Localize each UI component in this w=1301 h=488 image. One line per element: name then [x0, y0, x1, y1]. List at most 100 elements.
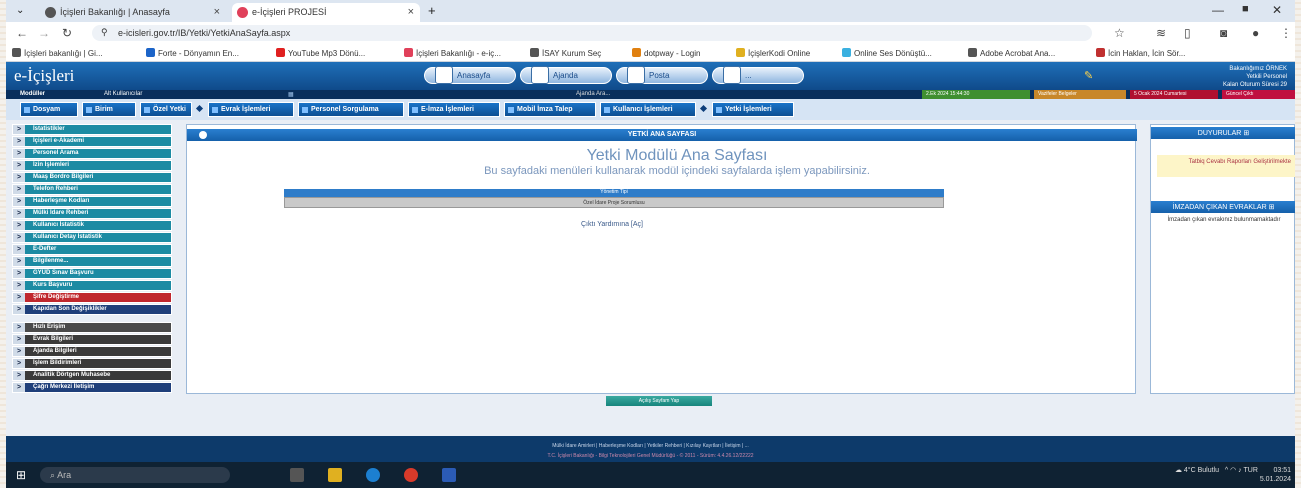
sidebar-item[interactable]: > Kullanıcı İstatistik: [12, 220, 172, 231]
sidebar-item[interactable]: > Telefon Rehberi: [12, 184, 172, 195]
chevron-right-icon: >: [13, 347, 25, 356]
app-logo[interactable]: e-İçişleri: [14, 66, 74, 86]
weather-icon[interactable]: ☁: [1175, 467, 1182, 474]
volume-icon[interactable]: ♪: [1238, 467, 1242, 474]
menu-mobil-imza[interactable]: Mobil İmza Talep: [504, 102, 596, 117]
bookmark-8[interactable]: Online Ses Dönüştü...: [842, 48, 932, 58]
sidebar-item[interactable]: > İstatistikler: [12, 124, 172, 135]
main-menu: Dosyam Birim Özel Yetki Evrak İşlemleri …: [6, 99, 1295, 120]
back-icon[interactable]: ←: [16, 26, 28, 40]
new-tab-icon[interactable]: +: [428, 3, 436, 18]
browser-menu-icon[interactable]: ⋮: [1280, 26, 1292, 40]
sidebar-item[interactable]: > Bilgilenme...: [12, 256, 172, 267]
file-explorer-icon[interactable]: [328, 468, 342, 482]
site-info-icon[interactable]: ⚲: [101, 27, 108, 38]
bookmark-10[interactable]: İcin Haklan, İcin Sör...: [1096, 48, 1185, 58]
status-pill-output[interactable]: Güncel Çıktı: [1222, 90, 1295, 99]
menu-kullanici[interactable]: Kullanıcı İşlemleri: [600, 102, 696, 117]
sidebar-item-label: Çağrı Merkezi İletişim: [33, 384, 95, 390]
search-input[interactable]: Ajanda Ara...: [576, 91, 610, 97]
menu-birim[interactable]: Birim: [82, 102, 136, 117]
sidebar-item[interactable]: > Kullanıcı Detay İstatistik: [12, 232, 172, 243]
module-label: Modüller: [20, 91, 45, 97]
sidebar-item[interactable]: > Hızlı Erişim: [12, 322, 172, 333]
menu-yetki[interactable]: Yetki İşlemleri: [712, 102, 794, 117]
account-icon[interactable]: ●: [1252, 26, 1259, 40]
help-link[interactable]: Çıktı Yardımına [Aç]: [187, 221, 1037, 228]
home-button[interactable]: Anasayfa: [424, 66, 516, 84]
module-bar: Modüller Alt Kullanıcılar ▦ Ajanda Ara..…: [6, 90, 1295, 99]
minimize-icon[interactable]: —: [1212, 3, 1224, 17]
menu-e-imza[interactable]: E-İmza İşlemleri: [408, 102, 500, 117]
sidebar-item[interactable]: > Haberleşme Kodları: [12, 196, 172, 207]
tab-icisleri[interactable]: İçişleri Bakanlığı | Anasayfa ×: [40, 3, 226, 22]
announcement-item[interactable]: Tatbiq Cevabı Raporları Geliştirilmekte: [1157, 155, 1295, 177]
edge-icon[interactable]: [366, 468, 380, 482]
tab-menu-icon[interactable]: ⌄: [16, 5, 24, 16]
sidebar-item[interactable]: > İçişleri e-Akademi: [12, 136, 172, 147]
sidebar-item[interactable]: > E-Defter: [12, 244, 172, 255]
menu-personel[interactable]: Personel Sorgulama: [298, 102, 404, 117]
sidebar-item[interactable]: > Mülki İdare Rehberi: [12, 208, 172, 219]
taskbar-search[interactable]: ⌕ Ara: [40, 467, 230, 483]
taskbar: ⊞ ⌕ Ara ☁ 4°C Bulutlu ^ ◠ ♪ TUR 03:51 5.…: [6, 462, 1295, 488]
set-homepage-button[interactable]: Açılış Sayfam Yap: [606, 396, 712, 406]
reload-icon[interactable]: ↻: [62, 26, 72, 40]
close-icon[interactable]: ×: [408, 6, 414, 18]
extra-button[interactable]: ...: [712, 66, 804, 84]
sidebar-item[interactable]: > Evrak Bilgileri: [12, 334, 172, 345]
menu-evrak[interactable]: Evrak İşlemleri: [208, 102, 294, 117]
close-icon[interactable]: ×: [214, 6, 220, 18]
bookmark-6[interactable]: dotpway - Login: [632, 48, 700, 58]
bookmark-3[interactable]: YouTube Mp3 Dönü...: [276, 48, 365, 58]
sidebar-item[interactable]: > Kapıdan Son Değişiklikler: [12, 304, 172, 315]
sidebar-item-label: Maaş Bordro Bilgileri: [33, 174, 94, 180]
bookmark-1[interactable]: İçişleri bakanlığı | Gi...: [12, 48, 103, 58]
menu-ozel-yetki[interactable]: Özel Yetki: [140, 102, 192, 117]
forward-icon[interactable]: →: [38, 26, 50, 40]
wifi-icon[interactable]: ◠: [1230, 467, 1236, 474]
table-row[interactable]: Özel İdare Proje Sorumlusu: [284, 197, 944, 208]
sidepanel-icon[interactable]: ▯: [1184, 26, 1191, 40]
word-icon[interactable]: [442, 468, 456, 482]
clock[interactable]: 03:51 5.01.2024: [1260, 466, 1291, 484]
sidebar-item[interactable]: > Ajanda Bilgileri: [12, 346, 172, 357]
maximize-icon[interactable]: ■: [1242, 3, 1249, 15]
sidebar-item[interactable]: > Analitik Dörtgen Muhasebe: [12, 370, 172, 381]
expand-icon[interactable]: ⊞: [1269, 204, 1275, 211]
windows-start-icon[interactable]: ⊞: [16, 468, 26, 482]
task-view-icon[interactable]: [290, 468, 304, 482]
sidebar-item[interactable]: > İşlem Bildirimleri: [12, 358, 172, 369]
tray-chevron-icon[interactable]: ^: [1225, 467, 1228, 474]
sidebar-item[interactable]: > GYÜD Sınav Başvuru: [12, 268, 172, 279]
window-close-icon[interactable]: ✕: [1272, 3, 1282, 17]
empty-message: İmzadan çıkan evrakınız bulunmamaktadır: [1167, 217, 1281, 223]
menu-dosyam[interactable]: Dosyam: [20, 102, 78, 117]
tab-e-icisleri[interactable]: e-İçişleri PROJESİ ×: [232, 3, 420, 22]
expand-icon[interactable]: ⊞: [1243, 130, 1249, 137]
sidebar-item-label: Kapıdan Son Değişiklikler: [33, 306, 107, 312]
bookmark-5[interactable]: İSAY Kurum Seç: [530, 48, 601, 58]
refresh-icon[interactable]: [199, 131, 207, 139]
extensions-icon[interactable]: ≋: [1156, 26, 1166, 40]
bookmark-4[interactable]: İçişleri Bakanlığı - e-iç...: [404, 48, 501, 58]
profile-icon[interactable]: ◙: [1220, 26, 1227, 40]
module-select[interactable]: Alt Kullanıcılar: [104, 91, 142, 97]
url-input[interactable]: ⚲ e-icisleri.gov.tr/IB/Yetki/YetkiAnaSay…: [92, 25, 1092, 41]
sidebar-item[interactable]: > Kurs Başvuru: [12, 280, 172, 291]
chrome-icon[interactable]: [404, 468, 418, 482]
ajanda-button[interactable]: Ajanda: [520, 66, 612, 84]
posta-button[interactable]: Posta: [616, 66, 708, 84]
bookmark-9[interactable]: Adobe Acrobat Ana...: [968, 48, 1055, 58]
sidebar-item[interactable]: > Şifre Değiştirme: [12, 292, 172, 303]
calendar-small-icon[interactable]: ▦: [288, 91, 294, 98]
tools-icon[interactable]: ✎: [1084, 69, 1093, 82]
footer-links[interactable]: Mülki İdare Amirleri | Haberleşme Kodlar…: [6, 443, 1295, 449]
status-pill-vazife[interactable]: Vazifeler Belgeler: [1034, 90, 1126, 99]
bookmark-7[interactable]: İçişlerKodi Online: [736, 48, 810, 58]
sidebar-item[interactable]: > Çağrı Merkezi İletişim: [12, 382, 172, 393]
menu-separator-icon: [195, 104, 204, 113]
bookmark-star-icon[interactable]: ☆: [1114, 26, 1125, 40]
language-indicator[interactable]: TUR: [1244, 467, 1258, 474]
bookmark-2[interactable]: Forte - Dönyamın En...: [146, 48, 239, 58]
